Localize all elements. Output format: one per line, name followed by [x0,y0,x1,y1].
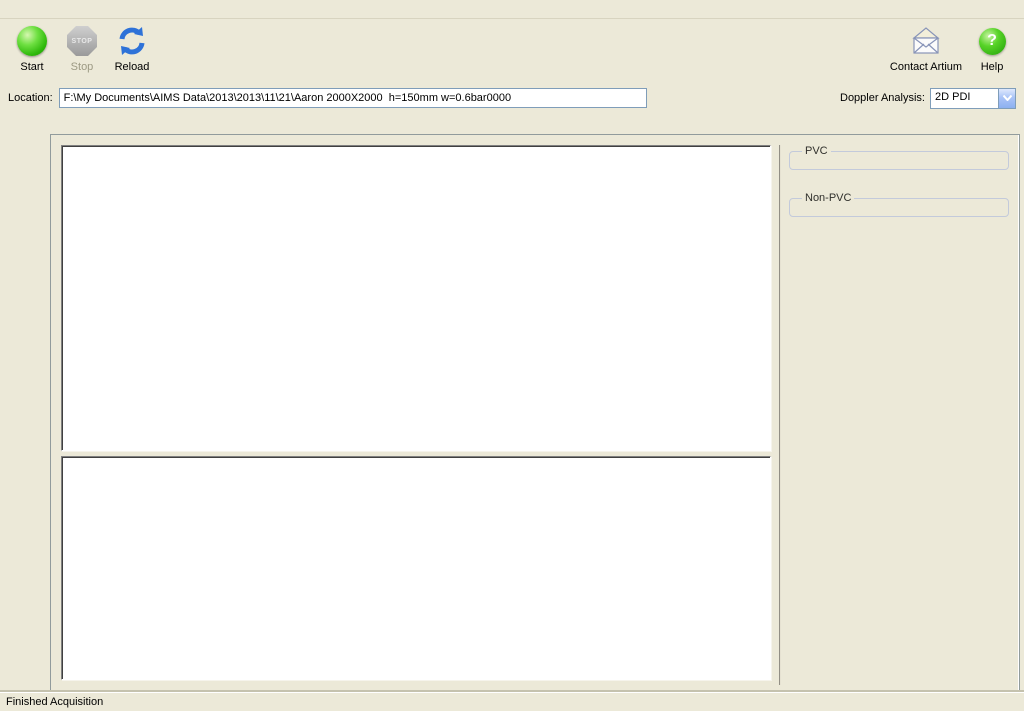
left-sidebar [0,112,48,692]
help-button-label: Help [981,61,1004,73]
pvc-volume-chart [61,145,771,451]
status-text: Finished Acquisition [6,696,103,708]
location-label: Location: [8,92,53,104]
chevron-down-icon [1003,95,1012,101]
tab-strip [50,114,1020,135]
location-row: Location: Doppler Analysis: 2D PDI [0,85,1024,111]
nonpvc-stats-title: Non-PVC [802,192,854,204]
nonpvc-stats-group: Non-PVC [789,192,1009,217]
doppler-analysis-label: Doppler Analysis: [840,92,925,104]
pvc-stats-group: PVC [789,145,1009,170]
contact-artium-label: Contact Artium [890,61,962,73]
help-button[interactable]: ? Help [970,23,1014,73]
stop-button[interactable]: STOP Stop [60,23,104,73]
pvc-stats-title: PVC [802,145,831,157]
reload-button-label: Reload [115,61,150,73]
doppler-analysis-value: 2D PDI [931,89,998,108]
nonpvc-volume-chart [61,456,771,680]
reload-icon [116,25,148,57]
start-button-label: Start [20,61,43,73]
start-button[interactable]: Start [10,23,54,73]
doppler-analysis-select[interactable]: 2D PDI [930,88,1016,109]
nonpvc-volume-plot [62,457,766,679]
contact-artium-button[interactable]: Contact Artium [888,23,964,73]
tab-panel: PVC Non-PVC [50,134,1020,692]
envelope-icon [909,26,943,56]
dropdown-arrow-button[interactable] [998,89,1015,108]
stats-column: PVC Non-PVC [779,145,1013,685]
pvc-volume-plot [62,146,766,450]
toolbar: Start STOP Stop Reload Contact Artium ? [0,19,1024,85]
start-icon [17,26,47,56]
charts-column [61,145,771,685]
menu-bar [0,0,1024,19]
main-area: PVC Non-PVC [0,112,1024,692]
help-icon: ? [979,28,1006,55]
stop-button-label: Stop [71,61,94,73]
stop-icon: STOP [67,26,97,56]
status-bar: Finished Acquisition [0,692,1024,711]
location-input[interactable] [59,88,647,108]
content-area: PVC Non-PVC [50,112,1020,692]
reload-button[interactable]: Reload [110,23,154,73]
